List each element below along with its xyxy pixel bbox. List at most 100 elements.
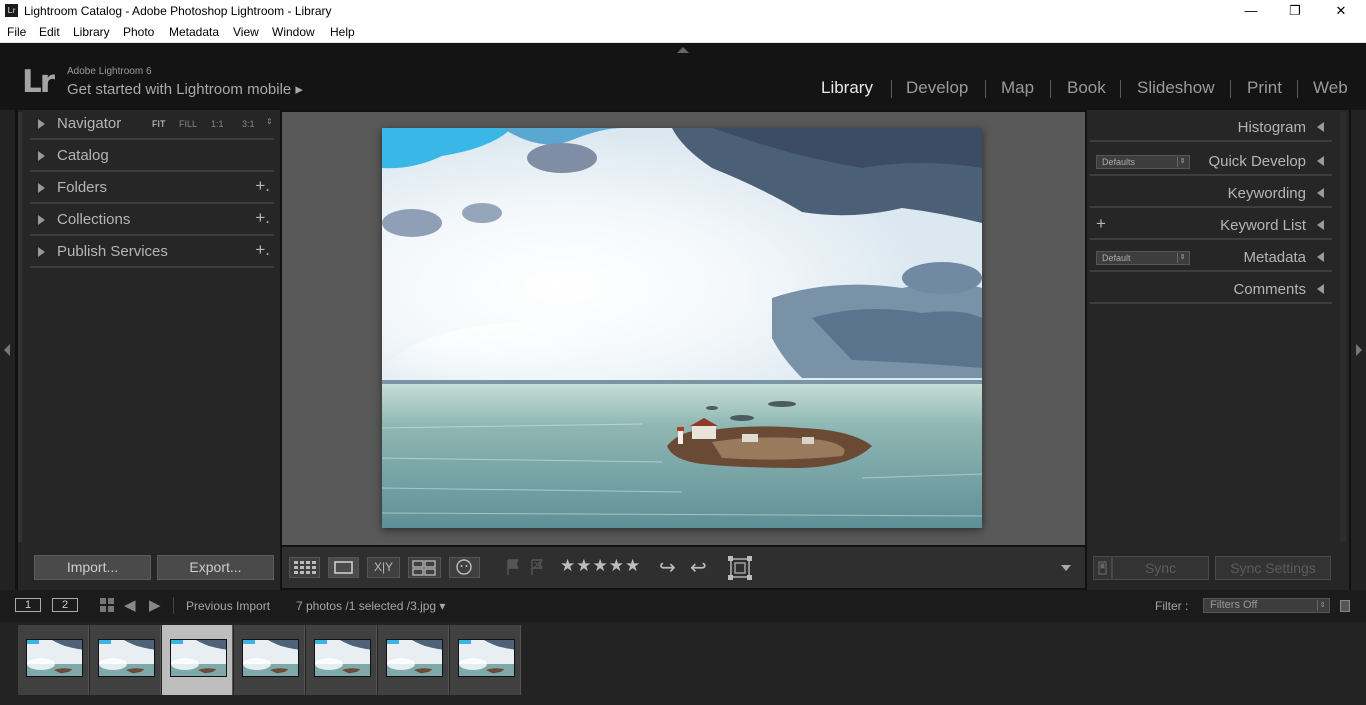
filmstrip-thumbnail[interactable] [306, 625, 377, 695]
right-panel-toggle-icon[interactable] [1356, 344, 1362, 356]
crop-overlay-button[interactable] [727, 555, 753, 586]
app-icon: Lr [5, 4, 18, 17]
module-web[interactable]: Web [1313, 78, 1348, 98]
zoom-options-dropdown-icon[interactable]: ⇕ [266, 117, 273, 126]
keyword-list-header[interactable]: + Keyword List [1090, 210, 1332, 240]
secondary-window-button[interactable]: 2 [52, 598, 78, 612]
module-divider [891, 80, 892, 98]
filter-lock-icon[interactable] [1340, 600, 1350, 612]
grid-view-button[interactable] [289, 557, 320, 578]
module-divider [985, 80, 986, 98]
mobile-prompt-link[interactable]: Get started with Lightroom mobile ▸ [67, 80, 303, 98]
filter-preset-select[interactable]: Filters Off ⇕ [1203, 598, 1330, 613]
zoom-fit-option[interactable]: FIT [152, 119, 166, 129]
rotate-right-button[interactable]: ↩ [690, 555, 707, 580]
menu-library[interactable]: Library [73, 25, 110, 39]
filter-label: Filter : [1155, 599, 1189, 613]
auto-sync-toggle[interactable] [1093, 556, 1112, 580]
quick-develop-header[interactable]: Defaults ⇕ Quick Develop [1090, 146, 1332, 176]
metadata-preset-select[interactable]: Default ⇕ [1096, 251, 1190, 265]
filmstrip-thumbnail[interactable] [378, 625, 449, 695]
add-folder-icon[interactable]: +. [255, 176, 270, 196]
grid-view-shortcut-icon[interactable] [100, 598, 115, 613]
module-library[interactable]: Library [821, 78, 873, 98]
publish-services-header[interactable]: Publish Services +. [30, 238, 274, 268]
filmstrip-thumbnail[interactable] [234, 625, 305, 695]
comments-header[interactable]: Comments [1090, 274, 1332, 304]
zoom-1to1-option[interactable]: 1:1 [211, 119, 224, 129]
compare-view-button[interactable]: X|Y [367, 557, 400, 578]
filmstrip-thumbnail[interactable] [18, 625, 89, 695]
left-panel-toggle-icon[interactable] [4, 344, 10, 356]
forward-arrow-icon[interactable]: ▶ [149, 596, 161, 614]
histogram-header[interactable]: Histogram [1090, 112, 1332, 142]
module-develop[interactable]: Develop [906, 78, 968, 98]
loupe-view-button[interactable] [328, 557, 359, 578]
star-rating[interactable]: ★★★★★ [560, 556, 641, 576]
keywording-header[interactable]: Keywording [1090, 178, 1332, 208]
title-bar: Lr Lightroom Catalog - Adobe Photoshop L… [0, 0, 1366, 23]
module-print[interactable]: Print [1247, 78, 1282, 98]
quick-develop-label: Quick Develop [1208, 153, 1306, 170]
menu-window[interactable]: Window [272, 25, 315, 39]
minimize-button[interactable]: — [1228, 0, 1274, 23]
expand-arrow-icon [38, 247, 45, 257]
folders-header[interactable]: Folders +. [30, 174, 274, 204]
survey-view-button[interactable] [408, 557, 441, 578]
menu-view[interactable]: View [233, 25, 259, 39]
people-view-button[interactable] [449, 557, 480, 578]
grid-view-icon [294, 561, 316, 574]
filmstrip-thumbnail[interactable] [90, 625, 161, 695]
sync-settings-button[interactable]: Sync Settings [1215, 556, 1331, 580]
close-button[interactable]: ✕ [1318, 0, 1364, 23]
menu-help[interactable]: Help [330, 25, 355, 39]
expand-arrow-icon [38, 119, 45, 129]
folders-label: Folders [57, 179, 108, 196]
module-divider [1297, 80, 1298, 98]
catalog-label: Catalog [57, 147, 109, 164]
right-panel-scrollbar[interactable] [1340, 112, 1346, 542]
thumbnail-image [386, 639, 443, 677]
module-bar [0, 43, 1366, 110]
module-divider [1050, 80, 1051, 98]
module-map[interactable]: Map [1001, 78, 1034, 98]
collections-header[interactable]: Collections +. [30, 206, 274, 236]
module-slideshow[interactable]: Slideshow [1137, 78, 1215, 98]
flag-reject-icon[interactable] [529, 558, 545, 581]
rotate-left-button[interactable]: ↪ [659, 555, 676, 580]
loupe-view-icon [334, 561, 353, 574]
import-button[interactable]: Import... [34, 555, 151, 580]
toolbar-options-dropdown-icon[interactable] [1061, 565, 1071, 571]
main-photo[interactable] [382, 128, 982, 528]
metadata-header[interactable]: Default ⇕ Metadata [1090, 242, 1332, 272]
add-keyword-icon[interactable]: + [1096, 214, 1106, 234]
add-publish-service-icon[interactable]: +. [255, 240, 270, 260]
sync-button[interactable]: Sync [1112, 556, 1209, 580]
library-toolbar [282, 547, 1085, 588]
filmstrip-thumbnail[interactable] [162, 625, 233, 695]
zoom-fill-option[interactable]: FILL [179, 119, 197, 129]
menu-metadata[interactable]: Metadata [169, 25, 219, 39]
menu-photo[interactable]: Photo [123, 25, 154, 39]
add-collection-icon[interactable]: +. [255, 208, 270, 228]
top-panel-toggle-icon[interactable] [677, 47, 689, 53]
primary-window-button[interactable]: 1 [15, 598, 41, 612]
zoom-3to1-option[interactable]: 3:1 [242, 119, 255, 129]
source-label[interactable]: Previous Import [186, 599, 270, 613]
menu-file[interactable]: File [7, 25, 26, 39]
selection-status[interactable]: 7 photos /1 selected /3.jpg ▾ [296, 599, 445, 613]
lightroom-window: Lr Lightroom Catalog - Adobe Photoshop L… [0, 0, 1366, 705]
left-panel-scrollbar[interactable] [18, 112, 22, 542]
flag-pick-icon[interactable] [505, 558, 521, 581]
thumbnail-image [170, 639, 227, 677]
export-button[interactable]: Export... [157, 555, 274, 580]
quick-develop-preset-select[interactable]: Defaults ⇕ [1096, 155, 1190, 169]
collapse-arrow-icon [1317, 252, 1324, 262]
menu-edit[interactable]: Edit [39, 25, 60, 39]
back-arrow-icon[interactable]: ◀ [124, 596, 136, 614]
publish-services-label: Publish Services [57, 243, 168, 260]
catalog-header[interactable]: Catalog [30, 142, 274, 172]
restore-button[interactable]: ❐ [1272, 0, 1318, 23]
module-book[interactable]: Book [1067, 78, 1106, 98]
filmstrip-thumbnail[interactable] [450, 625, 521, 695]
